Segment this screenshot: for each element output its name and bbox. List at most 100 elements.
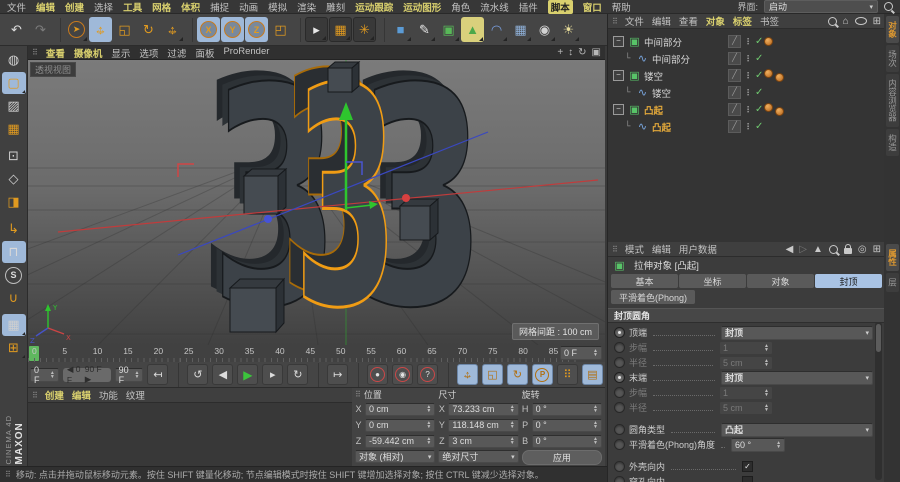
workplane-axis-icon[interactable]: ⊞	[2, 337, 26, 359]
coordinate-field[interactable]: 0 cm ▲ ▼	[365, 402, 436, 416]
object-manager-menu-item[interactable]: 查看	[679, 14, 698, 28]
home-icon[interactable]: ⌂	[843, 16, 849, 27]
move-tool-icon[interactable]: ↔ ↕	[89, 17, 112, 42]
play-loop-button[interactable]: ↻	[287, 364, 309, 385]
drag-handle-icon[interactable]: ⠿	[32, 391, 38, 400]
menubar-item[interactable]: 运动跟踪	[355, 0, 393, 14]
maximize-view-icon[interactable]: ▣	[592, 47, 601, 58]
menubar-item[interactable]: 模拟	[268, 0, 287, 14]
end-cap-row-dropdown[interactable]: 封顶 ▾	[721, 370, 873, 385]
stepper-icon[interactable]: ▲ ▼	[761, 343, 769, 352]
attribute-tab[interactable]: 基本	[611, 274, 678, 288]
stepper-icon[interactable]: ▲ ▼	[590, 349, 598, 358]
extrude-generator-icon[interactable]: ▲	[461, 17, 484, 42]
stepper-icon[interactable]: ▲ ▼	[761, 388, 769, 397]
live-selection-icon[interactable]: ➤	[65, 17, 88, 42]
visibility-dots-icon[interactable]: ⋮	[744, 37, 752, 46]
spline-pen-icon[interactable]: ✎	[413, 17, 436, 42]
size-mode-dropdown[interactable]: 绝对尺寸 ▾	[438, 450, 519, 463]
scrollbar[interactable]	[875, 322, 882, 480]
viewport-menu-item[interactable]: 查看	[46, 46, 65, 60]
coordinate-field[interactable]: 73.233 cm ▲ ▼	[448, 402, 519, 416]
mouse-interaction-icon[interactable]: ⊓	[1, 241, 26, 263]
key-position-button[interactable]: ↔ ↕	[456, 364, 478, 385]
stepper-icon[interactable]: ▲ ▼	[47, 370, 55, 379]
attribute-tab[interactable]: 平滑着色(Phong)	[611, 290, 696, 304]
visibility-dots-icon[interactable]: ⋮	[744, 105, 752, 114]
drag-handle-icon[interactable]: ⠿	[355, 390, 361, 399]
end-frame-field[interactable]: 90 F ▲ ▼	[114, 365, 144, 385]
y-axis-lock-icon[interactable]: Y	[221, 17, 244, 42]
view-label[interactable]: 透视视图	[30, 62, 77, 77]
keying-options-button[interactable]: ?	[417, 364, 439, 385]
visibility-dots-icon[interactable]: ⋮	[744, 54, 752, 63]
point-mode-icon[interactable]: ⊡	[2, 145, 26, 167]
expand-toggle-icon[interactable]: −	[613, 104, 624, 115]
frame-range-slider[interactable]: ◀ 0 F 90 F ▶	[62, 364, 111, 385]
arrow-up-icon[interactable]: ▲	[813, 244, 823, 255]
menubar-item[interactable]: 雕刻	[326, 0, 345, 14]
stepper-icon[interactable]: ▲ ▼	[507, 421, 515, 430]
stepper-icon[interactable]: ▲ ▼	[590, 421, 598, 430]
expand-toggle-icon[interactable]: −	[613, 70, 624, 81]
stepper-icon[interactable]: ▲ ▼	[590, 405, 598, 414]
coordinate-system-icon[interactable]: ◰	[269, 17, 292, 42]
fillet-type-row-dropdown[interactable]: 凸起 ▾	[721, 422, 873, 437]
visibility-dots-icon[interactable]: ⋮	[744, 88, 752, 97]
viewport-menu-item[interactable]: 面板	[195, 46, 214, 60]
coordinate-field[interactable]: -59.442 cm ▲ ▼	[365, 434, 436, 448]
menubar-item[interactable]: 窗口	[583, 0, 602, 14]
add-panel-icon[interactable]: ⊞	[873, 244, 881, 255]
coordinate-field[interactable]: 118.148 cm ▲ ▼	[448, 418, 519, 432]
viewport-menu-item[interactable]: 选项	[139, 46, 158, 60]
light-icon[interactable]: ☀	[557, 17, 580, 42]
hull-inward-row-checkbox[interactable]: ✓	[742, 461, 753, 472]
render-settings-icon[interactable]: ✳	[353, 17, 376, 42]
menubar-item[interactable]: 插件	[519, 0, 538, 14]
attribute-tab[interactable]: 坐标	[679, 274, 746, 288]
enable-axis-icon[interactable]: ↳	[2, 218, 26, 240]
stepper-icon[interactable]: ▲ ▼	[761, 358, 769, 367]
rotate-tool-icon[interactable]: ↻	[137, 17, 160, 42]
object-manager-menu-item[interactable]: 标签	[733, 14, 752, 28]
attribute-section-header[interactable]: 封顶圆角	[608, 308, 885, 323]
next-frame-button[interactable]: ▸	[262, 364, 284, 385]
floor-environment-icon[interactable]: ▦	[509, 17, 532, 42]
snap-s-icon[interactable]: S	[2, 264, 26, 286]
drag-handle-icon[interactable]: ⠿	[612, 245, 618, 254]
menubar-item[interactable]: 流水线	[480, 0, 509, 14]
menubar-item[interactable]: 脚本	[547, 0, 573, 14]
tag-icon[interactable]	[764, 103, 773, 112]
record-keyframe-button[interactable]: ●	[367, 364, 389, 385]
key-parameter-button[interactable]: P	[531, 364, 553, 385]
menubar-item[interactable]: 帮助	[612, 0, 631, 14]
visibility-dots-icon[interactable]: ⋮	[744, 71, 752, 80]
animation-dot-icon[interactable]	[614, 372, 625, 383]
redo-icon[interactable]: ↷	[29, 17, 52, 42]
stepper-icon[interactable]: ▲ ▼	[507, 405, 515, 414]
side-tab[interactable]: 构造	[885, 128, 899, 156]
goto-start-button[interactable]: ↤	[147, 364, 169, 385]
apply-button[interactable]: 应用	[521, 450, 602, 465]
start-steps-row-field[interactable]: 1 ▲ ▼	[719, 340, 773, 355]
rotate-view-icon[interactable]: ↻	[578, 47, 586, 58]
enable-check-icon[interactable]: ✓	[755, 87, 763, 98]
key-rotation-button[interactable]: ↻	[506, 364, 528, 385]
animation-dot-icon[interactable]	[614, 357, 625, 368]
enable-check-icon[interactable]: ✓	[755, 53, 763, 64]
render-view-icon[interactable]: ▸	[305, 17, 328, 42]
last-tool-icon[interactable]: ↔ ↕	[161, 17, 184, 42]
object-tree-row[interactable]: − ▣ 中间部分 ╱ ⋮ ✓	[608, 33, 885, 50]
menubar-item[interactable]: 捕捉	[210, 0, 229, 14]
start-radius-row-field[interactable]: 5 cm ▲ ▼	[719, 355, 773, 370]
attribute-menu-item[interactable]: 用户数据	[679, 242, 717, 256]
x-axis-lock-icon[interactable]: X	[197, 17, 220, 42]
play-button[interactable]: ▶	[237, 364, 259, 385]
pan-view-icon[interactable]: +	[557, 47, 563, 58]
side-tab[interactable]: 场次	[885, 45, 899, 72]
menubar-item[interactable]: 角色	[451, 0, 470, 14]
timeline-window-button[interactable]: ▤	[581, 364, 603, 385]
side-tab[interactable]: 内容浏览器	[885, 74, 899, 127]
coordinate-field[interactable]: 3 cm ▲ ▼	[448, 434, 519, 448]
digit-middle-selected[interactable]: 3 3	[279, 60, 399, 345]
